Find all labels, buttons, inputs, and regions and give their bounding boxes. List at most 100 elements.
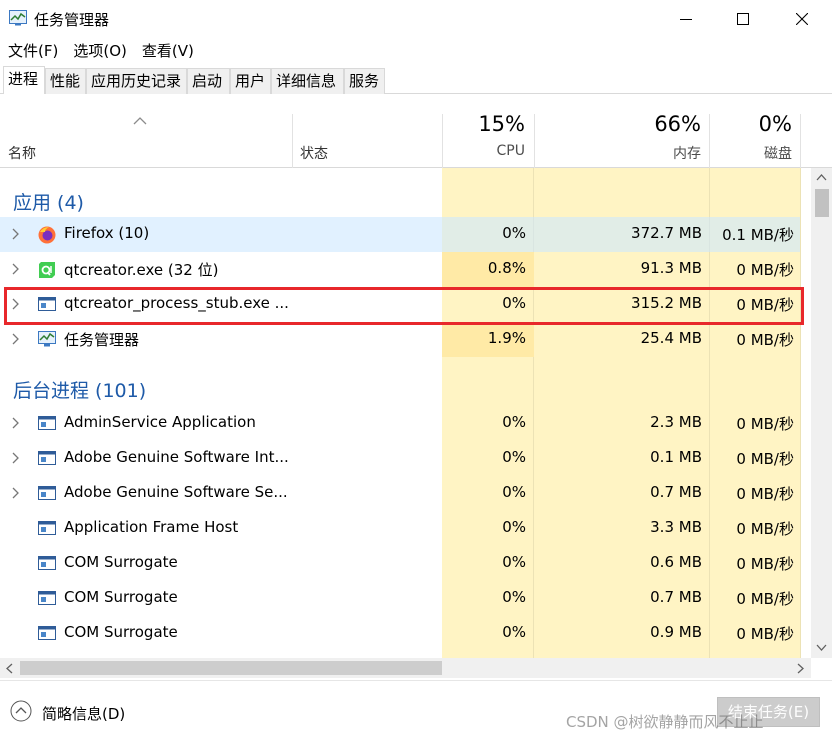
column-separator[interactable] <box>292 114 293 168</box>
chevron-right-icon[interactable] <box>10 262 22 276</box>
process-row-partial[interactable] <box>0 651 800 658</box>
tab-processes[interactable]: 进程 <box>3 66 45 95</box>
process-disk: 0 MB/秒 <box>736 450 794 468</box>
vertical-scrollbar[interactable] <box>811 168 832 658</box>
column-separator[interactable] <box>800 114 801 168</box>
process-disk: 0 MB/秒 <box>736 590 794 608</box>
menu-options[interactable]: 选项(O) <box>65 38 134 64</box>
process-row[interactable]: Adobe Genuine Software Se... 0% 0.7 MB 0… <box>0 476 800 511</box>
process-cpu: 0% <box>502 483 526 501</box>
process-memory: 0.6 MB <box>650 553 702 571</box>
disk-total-percent: 0% <box>758 112 792 136</box>
menu-view[interactable]: 查看(V) <box>134 38 201 64</box>
window-app-icon <box>37 624 57 642</box>
process-cpu: 0% <box>502 224 526 242</box>
column-status[interactable]: 状态 <box>300 143 328 163</box>
process-cpu: 0% <box>502 448 526 466</box>
process-row[interactable]: qtcreator.exe (32 位) 0.8% 91.3 MB 0 MB/秒 <box>0 252 800 287</box>
process-memory: 0.9 MB <box>650 623 702 641</box>
tab-services[interactable]: 服务 <box>344 68 385 94</box>
memory-total-percent: 66% <box>654 112 701 136</box>
scroll-up-icon[interactable] <box>816 173 827 181</box>
process-list: 应用 (4) Firefox (10) 0% 372.7 MB 0.1 MB/秒… <box>0 168 811 658</box>
column-cpu[interactable]: 15% CPU <box>442 94 534 168</box>
maximize-button[interactable] <box>720 0 766 38</box>
process-row[interactable]: AdminService Application 0% 2.3 MB 0 MB/… <box>0 406 800 441</box>
process-memory: 0.1 MB <box>650 448 702 466</box>
csdn-watermark: CSDN @树欲静静而风不止止 <box>566 713 764 731</box>
process-row[interactable]: 任务管理器 1.9% 25.4 MB 0 MB/秒 <box>0 322 800 357</box>
minimize-button[interactable] <box>663 0 709 38</box>
column-disk[interactable]: 0% 磁盘 <box>709 94 800 168</box>
menu-bar: 文件(F) 选项(O) 查看(V) <box>0 38 201 64</box>
cpu-label: CPU <box>496 143 525 159</box>
process-row[interactable]: COM Surrogate 0% 0.9 MB 0 MB/秒 <box>0 616 800 651</box>
scroll-down-icon[interactable] <box>816 644 827 652</box>
process-name: Adobe Genuine Software Int... <box>64 448 289 466</box>
tab-users[interactable]: 用户 <box>230 68 271 94</box>
process-name: qtcreator.exe (32 位) <box>64 261 219 279</box>
collapse-up-icon[interactable] <box>10 700 32 722</box>
process-row[interactable]: Firefox (10) 0% 372.7 MB 0.1 MB/秒 <box>0 217 800 252</box>
process-memory: 3.3 MB <box>650 518 702 536</box>
firefox-icon <box>37 225 57 244</box>
process-memory: 25.4 MB <box>640 329 702 347</box>
title-bar: 任务管理器 <box>0 0 832 38</box>
column-memory[interactable]: 66% 内存 <box>534 94 709 168</box>
chevron-right-icon[interactable] <box>10 451 22 465</box>
chevron-right-icon[interactable] <box>10 332 22 346</box>
process-disk: 0 MB/秒 <box>736 485 794 503</box>
scroll-left-icon[interactable] <box>5 663 13 674</box>
fewer-details-link[interactable]: 简略信息(D) <box>42 703 125 724</box>
process-cpu: 1.9% <box>487 329 526 347</box>
footer: 简略信息(D) 结束任务(E) CSDN @树欲静静而风不止止 <box>0 680 832 741</box>
chevron-right-icon[interactable] <box>10 486 22 500</box>
qt-icon <box>37 260 57 278</box>
chevron-right-icon[interactable] <box>10 416 22 430</box>
tab-performance[interactable]: 性能 <box>45 68 86 94</box>
group-title: 应用 (4) <box>13 192 84 214</box>
annotation-highlight-box <box>4 287 804 325</box>
process-name: COM Surrogate <box>64 623 178 641</box>
horizontal-scroll-thumb[interactable] <box>20 661 442 675</box>
process-name: COM Surrogate <box>64 553 178 571</box>
menu-file[interactable]: 文件(F) <box>0 38 65 64</box>
window-app-icon <box>37 484 57 502</box>
process-cpu: 0% <box>502 413 526 431</box>
process-memory: 0.7 MB <box>650 483 702 501</box>
process-disk: 0 MB/秒 <box>736 520 794 538</box>
column-name[interactable]: 名称 <box>8 143 36 163</box>
window-app-icon <box>37 519 57 537</box>
close-button[interactable] <box>779 0 825 38</box>
process-cpu: 0.8% <box>487 259 526 277</box>
process-cpu: 0% <box>502 588 526 606</box>
process-name: Application Frame Host <box>64 518 239 536</box>
process-name: Firefox (10) <box>64 224 150 242</box>
process-row[interactable]: Application Frame Host 0% 3.3 MB 0 MB/秒 <box>0 511 800 546</box>
group-header-apps[interactable]: 应用 (4) <box>0 176 800 216</box>
process-disk: 0 MB/秒 <box>736 625 794 643</box>
vertical-scroll-thumb[interactable] <box>815 189 829 217</box>
disk-label: 磁盘 <box>764 146 792 162</box>
tab-details[interactable]: 详细信息 <box>271 68 344 94</box>
group-header-background[interactable]: 后台进程 (101) <box>0 364 800 404</box>
process-name: 任务管理器 <box>64 331 140 349</box>
process-disk: 0.1 MB/秒 <box>722 226 794 244</box>
process-row[interactable]: COM Surrogate 0% 0.6 MB 0 MB/秒 <box>0 546 800 581</box>
maximize-icon <box>737 13 749 25</box>
process-name: COM Surrogate <box>64 588 178 606</box>
process-name: AdminService Application <box>64 413 256 431</box>
process-row[interactable]: Adobe Genuine Software Int... 0% 0.1 MB … <box>0 441 800 476</box>
close-icon <box>796 13 808 25</box>
horizontal-scrollbar[interactable] <box>0 658 811 678</box>
sort-ascending-icon <box>133 112 147 125</box>
task-manager-icon <box>9 10 27 26</box>
tab-startup[interactable]: 启动 <box>187 68 230 94</box>
column-divider <box>800 168 801 658</box>
process-disk: 0 MB/秒 <box>736 331 794 349</box>
process-row[interactable]: COM Surrogate 0% 0.7 MB 0 MB/秒 <box>0 581 800 616</box>
tab-app-history[interactable]: 应用历史记录 <box>86 68 187 94</box>
scroll-right-icon[interactable] <box>797 663 805 674</box>
chevron-right-icon[interactable] <box>10 227 22 241</box>
process-name: Adobe Genuine Software Se... <box>64 483 288 501</box>
